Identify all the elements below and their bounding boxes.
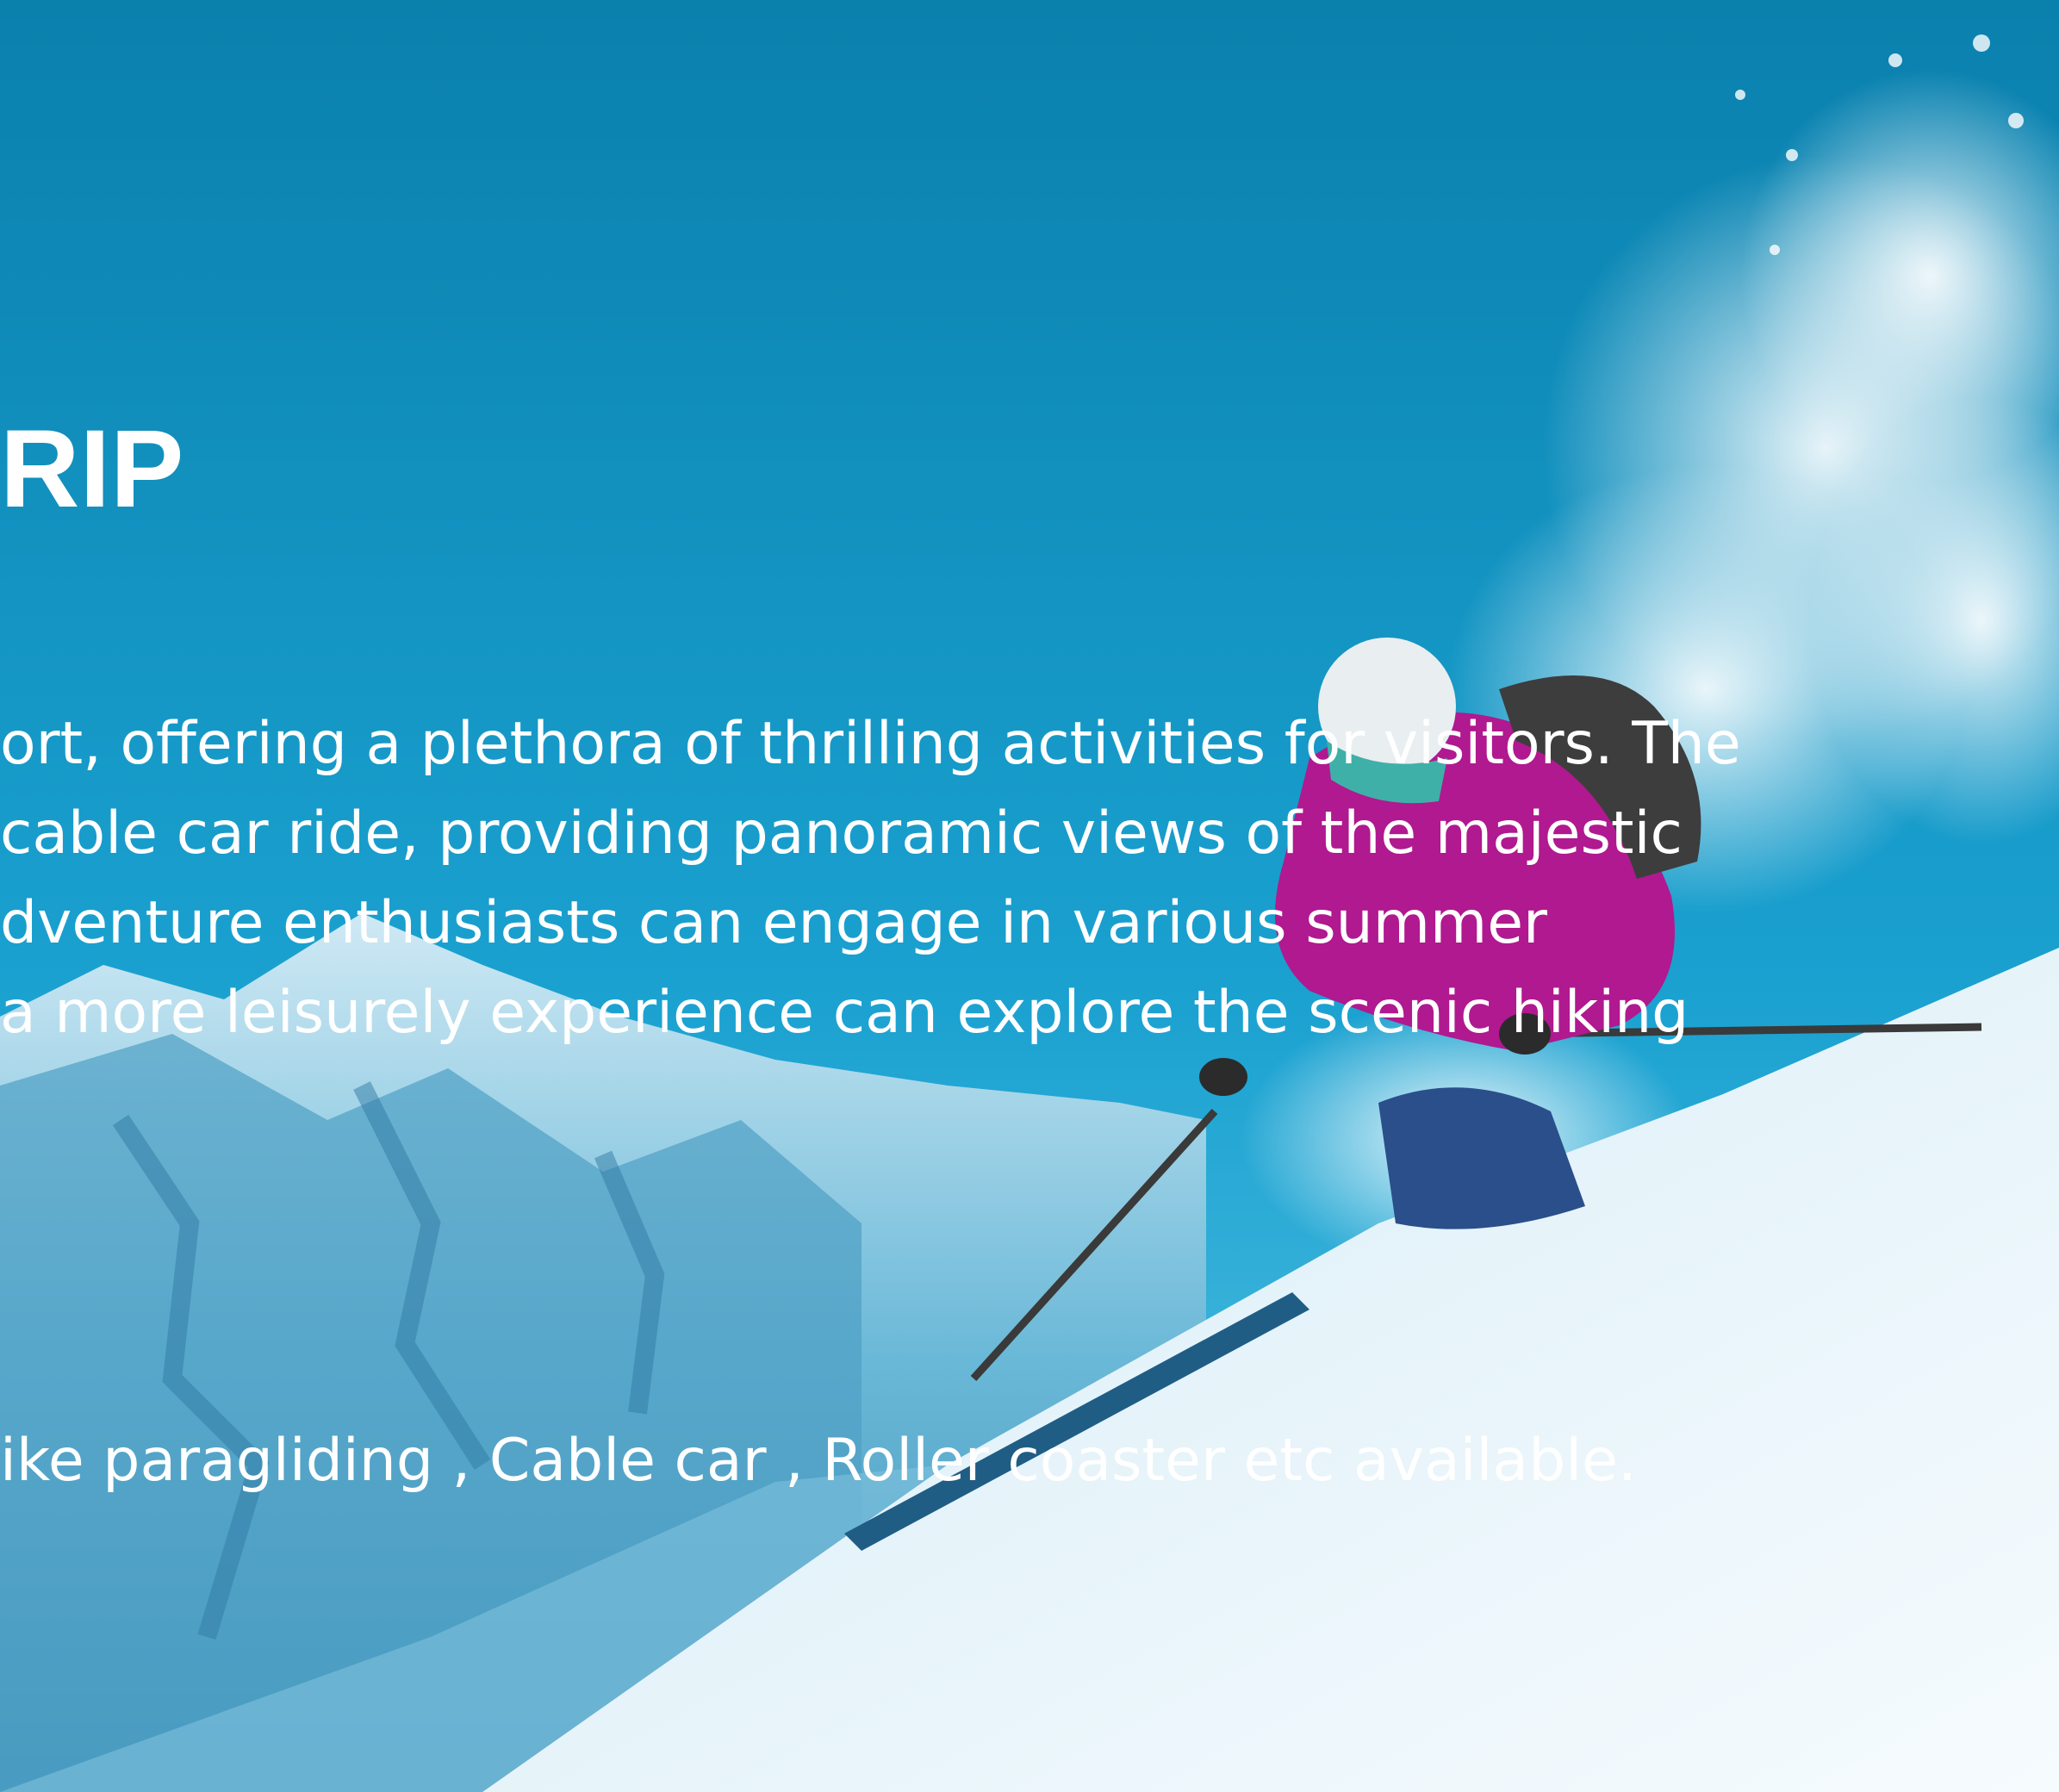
paragraph-line: a more leisurely experience can explore … <box>0 979 1689 1047</box>
paragraph-line: ort, offering a plethora of thrilling ac… <box>0 710 1741 778</box>
slide-title: RIP <box>0 408 184 531</box>
slide-body: ort, offering a plethora of thrilling ac… <box>0 700 1809 1506</box>
slide: RIP ort, offering a plethora of thrillin… <box>0 0 2059 1792</box>
paragraph-line: cable car ride, providing panoramic view… <box>0 800 1683 868</box>
activities-note: ike paragliding , Cable car , Roller coa… <box>0 1427 1637 1495</box>
paragraph-line: dventure enthusiasts can engage in vario… <box>0 889 1547 957</box>
